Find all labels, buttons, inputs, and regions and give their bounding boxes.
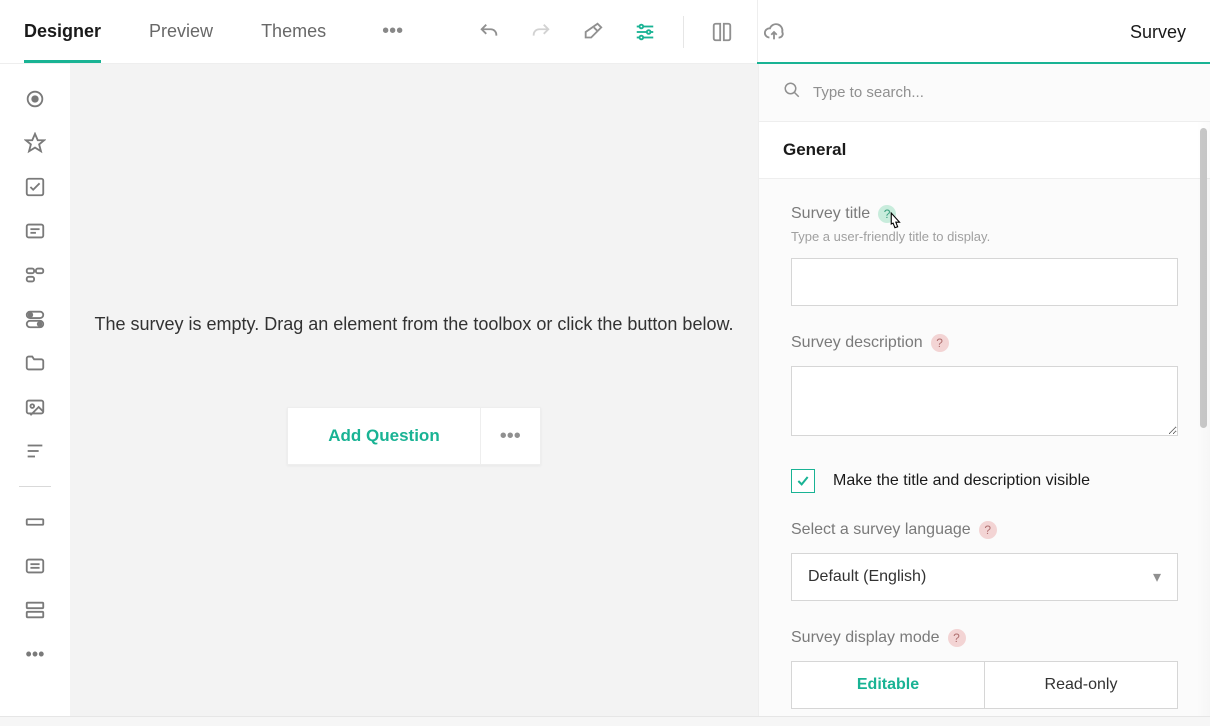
tab-designer[interactable]: Designer [24,1,101,63]
field-survey-description: Survey description ? [791,334,1178,441]
add-question-button[interactable]: Add Question [288,426,479,446]
scrollbar-thumb[interactable] [1200,128,1207,428]
tabs-overflow-icon[interactable]: ••• [374,20,403,43]
display-mode-editable-button[interactable]: Editable [791,661,985,709]
visibility-checkbox-row[interactable]: Make the title and description visible [791,469,1178,493]
toolbox-boolean-icon[interactable] [22,306,48,332]
toolbox-checkbox-icon[interactable] [22,174,48,200]
toolbox-tagbox-icon[interactable] [22,262,48,288]
property-search[interactable] [759,64,1210,122]
field-survey-title: Survey title ? Type a user-friendly titl… [791,205,1178,306]
survey-language-label: Select a survey language [791,521,971,539]
tab-themes[interactable]: Themes [261,1,326,62]
toolbar-divider [683,16,684,48]
toolbox-image-icon[interactable] [22,394,48,420]
redo-icon[interactable] [527,18,555,46]
bottom-bar [0,716,1210,726]
chevron-down-icon: ▾ [1153,567,1161,587]
upload-cloud-icon[interactable] [760,18,788,46]
designer-canvas[interactable]: The survey is empty. Drag an element fro… [70,64,758,716]
property-panel: General Survey title ? Type a user-frien… [758,64,1210,716]
add-question-type-dropdown-icon[interactable]: ••• [480,408,540,464]
visibility-checkbox[interactable] [791,469,815,493]
help-icon[interactable]: ? [931,334,949,352]
survey-language-value: Default (English) [808,568,926,586]
toolbox-overflow-icon[interactable]: ••• [22,641,48,667]
toolbox-ranking-icon[interactable] [22,438,48,464]
survey-title-input[interactable] [791,258,1178,306]
survey-language-select[interactable]: Default (English) ▾ [791,553,1178,601]
toolbox-singleinput-icon[interactable] [22,509,48,535]
display-mode-label: Survey display mode [791,629,940,647]
visibility-checkbox-label: Make the title and description visible [833,472,1090,490]
toolbox-file-icon[interactable] [22,350,48,376]
settings-icon[interactable] [631,18,659,46]
undo-icon[interactable] [475,18,503,46]
toolbox-comment-icon[interactable] [22,553,48,579]
toolbox-divider [19,486,51,487]
empty-survey-message: The survey is empty. Drag an element fro… [95,314,734,335]
field-survey-language: Select a survey language ? Default (Engl… [791,521,1178,601]
survey-description-label: Survey description [791,334,923,352]
display-mode-readonly-button[interactable]: Read-only [985,661,1178,709]
search-icon [783,81,801,104]
topbar: Designer Preview Themes ••• [0,0,1210,64]
help-icon[interactable]: ? [979,521,997,539]
book-icon[interactable] [708,18,736,46]
toolbox-rating-icon[interactable] [22,130,48,156]
panel-breadcrumb[interactable]: Survey [1130,0,1186,64]
toolbox-dropdown-icon[interactable] [22,218,48,244]
toolbox-radiogroup-icon[interactable] [22,86,48,112]
toolbox: ••• [0,64,70,716]
search-input[interactable] [813,84,1186,101]
tab-preview[interactable]: Preview [149,1,213,62]
survey-description-input[interactable] [791,366,1178,436]
add-question-button-group: Add Question ••• [287,407,540,465]
section-general-header[interactable]: General [759,122,1210,179]
help-icon[interactable]: ? [948,629,966,647]
field-display-mode: Survey display mode ? Editable Read-only [791,629,1178,709]
help-icon[interactable]: ? [878,205,896,223]
eraser-icon[interactable] [579,18,607,46]
survey-title-hint: Type a user-friendly title to display. [791,229,1178,244]
toolbox-multipletext-icon[interactable] [22,597,48,623]
survey-title-label: Survey title [791,205,870,223]
